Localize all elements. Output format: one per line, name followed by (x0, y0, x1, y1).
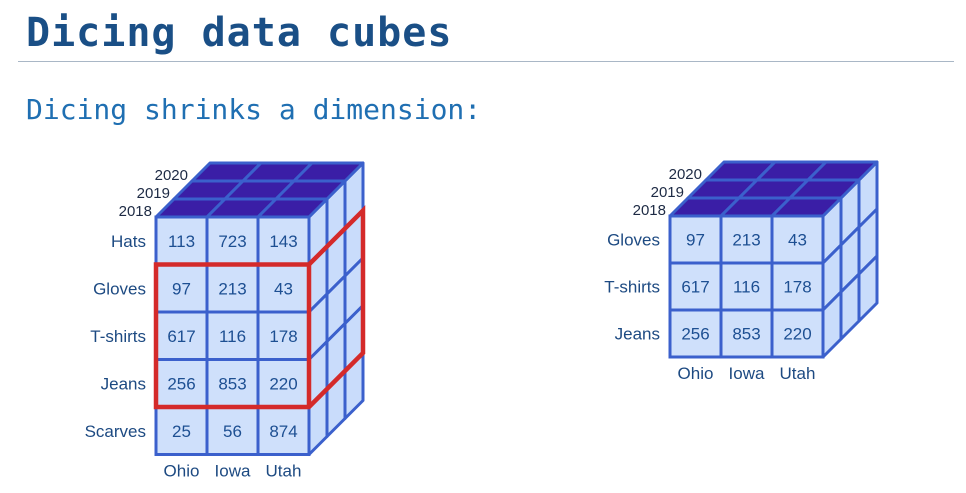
row-label: T-shirts (90, 327, 146, 346)
row-label: Gloves (93, 279, 146, 298)
year-label: 2019 (651, 184, 684, 201)
data-cube-diagram: 113 723 143 97 213 43 617 116 178 256 853 220 25 56 87… (85, 160, 879, 481)
year-label: 2019 (137, 185, 170, 202)
row-label: Jeans (615, 325, 660, 344)
cube-cell-value: 256 (681, 325, 709, 344)
cube-cell-value: 256 (167, 374, 195, 393)
cube-cell-value: 853 (218, 374, 246, 393)
row-label: Jeans (101, 374, 146, 393)
cube-cell-value: 43 (274, 279, 293, 298)
year-label: 2020 (669, 166, 702, 183)
column-label: Ohio (678, 364, 714, 383)
cube-cell-value: 143 (269, 232, 297, 251)
left-data-cube: 113 723 143 97 213 43 617 116 178 256 853 220 25 56 87… (85, 161, 366, 481)
column-label: Iowa (215, 462, 251, 481)
cube-cell-value: 178 (783, 278, 811, 297)
cube-cell-value: 116 (219, 327, 246, 346)
cube-cell-value: 56 (223, 422, 242, 441)
cube-cell-value: 874 (269, 422, 297, 441)
column-label: Ohio (164, 462, 200, 481)
cube-cell-value: 723 (218, 232, 246, 251)
row-label: Gloves (607, 231, 660, 250)
cube-cell-value: 178 (269, 327, 297, 346)
row-label: Scarves (85, 422, 146, 441)
row-label: Hats (111, 232, 146, 251)
column-label: Iowa (729, 364, 765, 383)
cube-cell-value: 213 (732, 231, 760, 250)
row-label: T-shirts (604, 278, 660, 297)
cube-cell-value: 617 (681, 278, 709, 297)
column-label: Utah (780, 364, 816, 383)
cube-cell-value: 25 (172, 422, 191, 441)
cube-cell-value: 853 (732, 325, 760, 344)
cube-cell-value: 97 (172, 279, 191, 298)
cube-cell-value: 220 (269, 374, 297, 393)
year-label: 2018 (633, 202, 666, 219)
cube-cell-value: 116 (733, 278, 760, 297)
right-diced-cube: 97 213 43 617 116 178 256 853 220 Gloves T-shirts J… (604, 160, 879, 383)
cube-cell-value: 43 (788, 231, 807, 250)
cube-cell-value: 213 (218, 279, 246, 298)
year-label: 2020 (155, 167, 188, 184)
cube-cell-value: 97 (686, 231, 705, 250)
column-label: Utah (266, 462, 302, 481)
cube-cell-value: 220 (783, 325, 811, 344)
cube-cell-value: 113 (168, 232, 195, 251)
cube-cell-value: 617 (167, 327, 195, 346)
slide: Dicing data cubes Dicing shrinks a dimen… (0, 0, 966, 493)
year-label: 2018 (119, 203, 152, 220)
